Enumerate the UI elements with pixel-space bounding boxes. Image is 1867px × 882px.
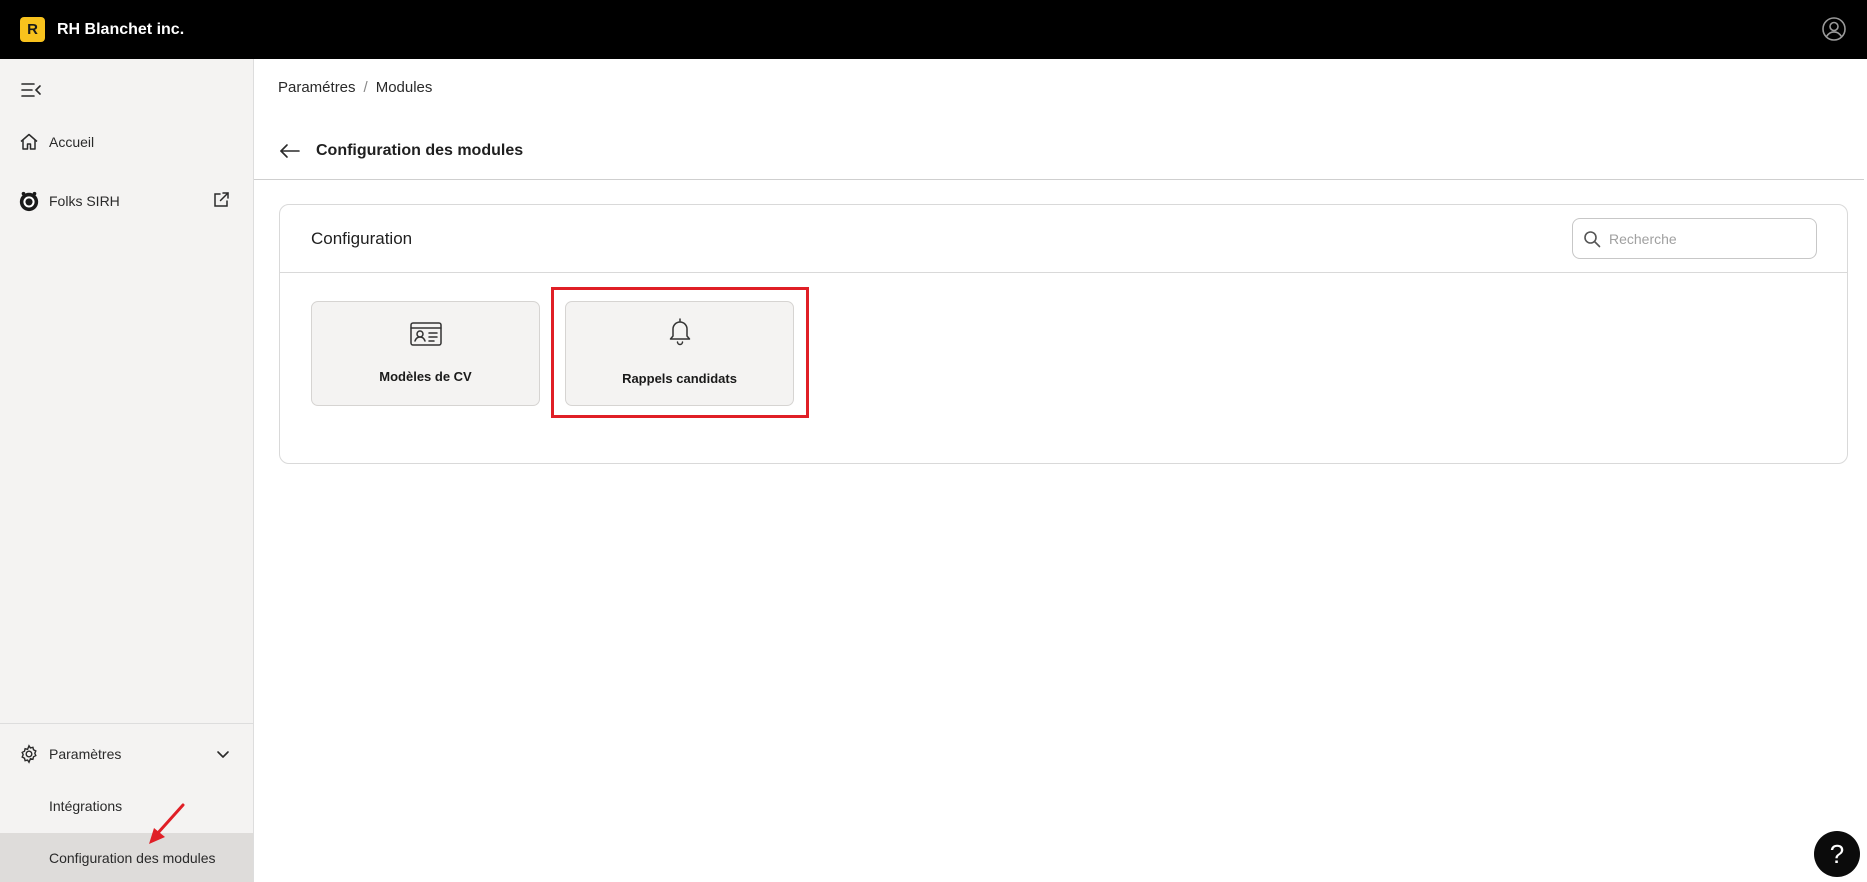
id-card-icon (409, 319, 443, 349)
sidebar-item-accueil[interactable]: Accueil (0, 120, 253, 164)
sidebar-item-label: Accueil (49, 134, 95, 150)
help-button[interactable]: ? (1814, 831, 1860, 877)
sidebar: Accueil Folks SIRH Paramètres Intégratio… (0, 59, 254, 882)
brand[interactable]: R RH Blanchet inc. (20, 17, 184, 42)
annotation-arrow-icon (145, 802, 190, 847)
top-bar: R RH Blanchet inc. (0, 0, 1867, 59)
brand-name: RH Blanchet inc. (57, 20, 185, 38)
card-label: Modèles de CV (379, 369, 472, 384)
page-title: Configuration des modules (316, 142, 524, 159)
sidebar-item-label: Folks SIRH (49, 193, 120, 209)
card-modeles-de-cv[interactable]: Modèles de CV (311, 301, 540, 406)
sidebar-subitem-integrations[interactable]: Intégrations (0, 781, 253, 831)
gear-icon (18, 743, 40, 765)
sidebar-item-label: Paramètres (49, 746, 122, 762)
header-divider (254, 179, 1864, 180)
breadcrumb: Paramétres / Modules (278, 79, 432, 96)
external-link-icon[interactable] (212, 191, 232, 211)
collapse-sidebar-icon[interactable] (20, 79, 42, 101)
page-header: Configuration des modules (278, 139, 523, 163)
search-icon (1583, 230, 1601, 248)
search-box[interactable] (1572, 218, 1817, 259)
sidebar-subitem-label: Intégrations (49, 798, 123, 814)
user-profile-icon[interactable] (1821, 16, 1847, 42)
highlight-box (551, 287, 809, 418)
sidebar-divider (0, 723, 253, 724)
chevron-down-icon[interactable] (214, 745, 232, 763)
sidebar-subitem-label: Configuration des modules (49, 850, 216, 866)
breadcrumb-parent[interactable]: Paramétres (278, 79, 356, 96)
panel-title: Configuration (311, 229, 413, 248)
brand-logo: R (20, 17, 45, 42)
configuration-panel: Configuration Recherche Modèles de CV Ra… (279, 204, 1848, 464)
breadcrumb-current: Modules (375, 79, 433, 96)
breadcrumb-separator: / (363, 79, 368, 96)
search-input[interactable] (1609, 230, 1799, 247)
sidebar-item-parametres[interactable]: Paramètres (0, 732, 253, 776)
panel-header: Configuration (280, 205, 1847, 273)
home-icon (18, 131, 40, 153)
sidebar-subitem-configuration-des-modules[interactable]: Configuration des modules (0, 833, 253, 882)
sidebar-item-folks-sirh[interactable]: Folks SIRH (0, 179, 253, 223)
main-content: Paramétres / Modules Configuration des m… (254, 59, 1867, 882)
back-arrow-icon[interactable] (278, 139, 302, 163)
folks-logo-icon (18, 190, 40, 212)
